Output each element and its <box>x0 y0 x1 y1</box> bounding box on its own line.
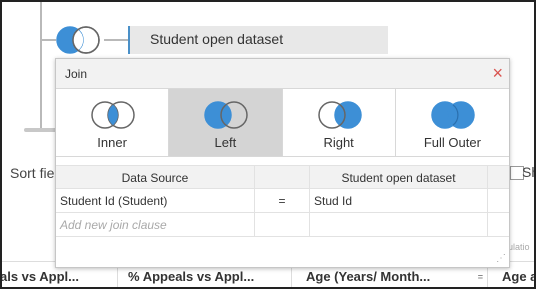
join-type-left[interactable]: Left <box>169 89 283 156</box>
close-icon[interactable]: × <box>492 63 503 83</box>
relation-name: Student open dataset <box>150 31 284 47</box>
join-type-full-outer[interactable]: Full Outer <box>396 89 509 156</box>
column-header-label: Age (Years/ Month... <box>306 269 431 284</box>
sort-fields-label[interactable]: Sort fie <box>0 162 56 186</box>
header-spacer <box>488 166 510 190</box>
row-spacer <box>488 189 510 213</box>
right-join-icon <box>317 101 362 129</box>
join-type-right[interactable]: Right <box>283 89 396 156</box>
add-join-clause-row[interactable]: Add new join clause <box>56 213 509 237</box>
join-operator[interactable]: = <box>255 189 310 213</box>
show-label: Sh <box>522 164 536 180</box>
canvas-bottom-connector <box>24 128 58 132</box>
sort-icon[interactable]: = <box>478 272 483 282</box>
empty-cell <box>488 213 510 237</box>
join-type-label: Left <box>214 135 237 150</box>
resize-grip-icon[interactable]: ⋰ <box>496 253 506 264</box>
join-type-label: Inner <box>97 135 127 150</box>
join-type-label: Full Outer <box>423 135 481 150</box>
column-header-label: als vs Appl... <box>0 269 79 284</box>
left-join-icon <box>204 101 248 129</box>
join-type-inner[interactable]: Inner <box>56 89 170 156</box>
add-join-clause-input[interactable]: Add new join clause <box>56 213 255 237</box>
join-dialog-titlebar: Join × <box>56 59 509 89</box>
empty-cell <box>310 213 488 237</box>
join-link-icon[interactable] <box>54 24 104 56</box>
inner-join-icon <box>91 101 135 129</box>
joined-source-column-header: Student open dataset <box>310 166 488 190</box>
data-source-column-header: Data Source <box>56 166 255 190</box>
join-type-selector: Inner Left Right Full Outer <box>56 89 509 157</box>
right-field[interactable]: Stud Id <box>310 189 488 213</box>
canvas-connector-relation <box>104 39 128 41</box>
join-clause-header: Data Source Student open dataset <box>56 165 510 190</box>
join-type-label: Right <box>323 135 354 150</box>
join-dialog: Join × Inner Left Right Full Outer Data … <box>55 58 510 268</box>
empty-cell <box>255 213 310 237</box>
operator-column-header <box>255 166 310 190</box>
faint-calculation-text: ulatio <box>508 242 530 252</box>
join-dialog-title: Join <box>65 67 88 81</box>
column-header-label: Age at <box>502 269 536 284</box>
left-field[interactable]: Student Id (Student) <box>56 189 255 213</box>
join-clause-table: Data Source Student open dataset Student… <box>56 165 509 237</box>
canvas-vertical-connector <box>40 0 42 132</box>
join-clause-row[interactable]: Student Id (Student) = Stud Id <box>56 189 509 213</box>
column-header-label: % Appeals vs Appl... <box>128 269 255 284</box>
relation-student-open-dataset[interactable]: Student open dataset <box>128 26 388 54</box>
full-outer-join-icon <box>431 101 475 129</box>
